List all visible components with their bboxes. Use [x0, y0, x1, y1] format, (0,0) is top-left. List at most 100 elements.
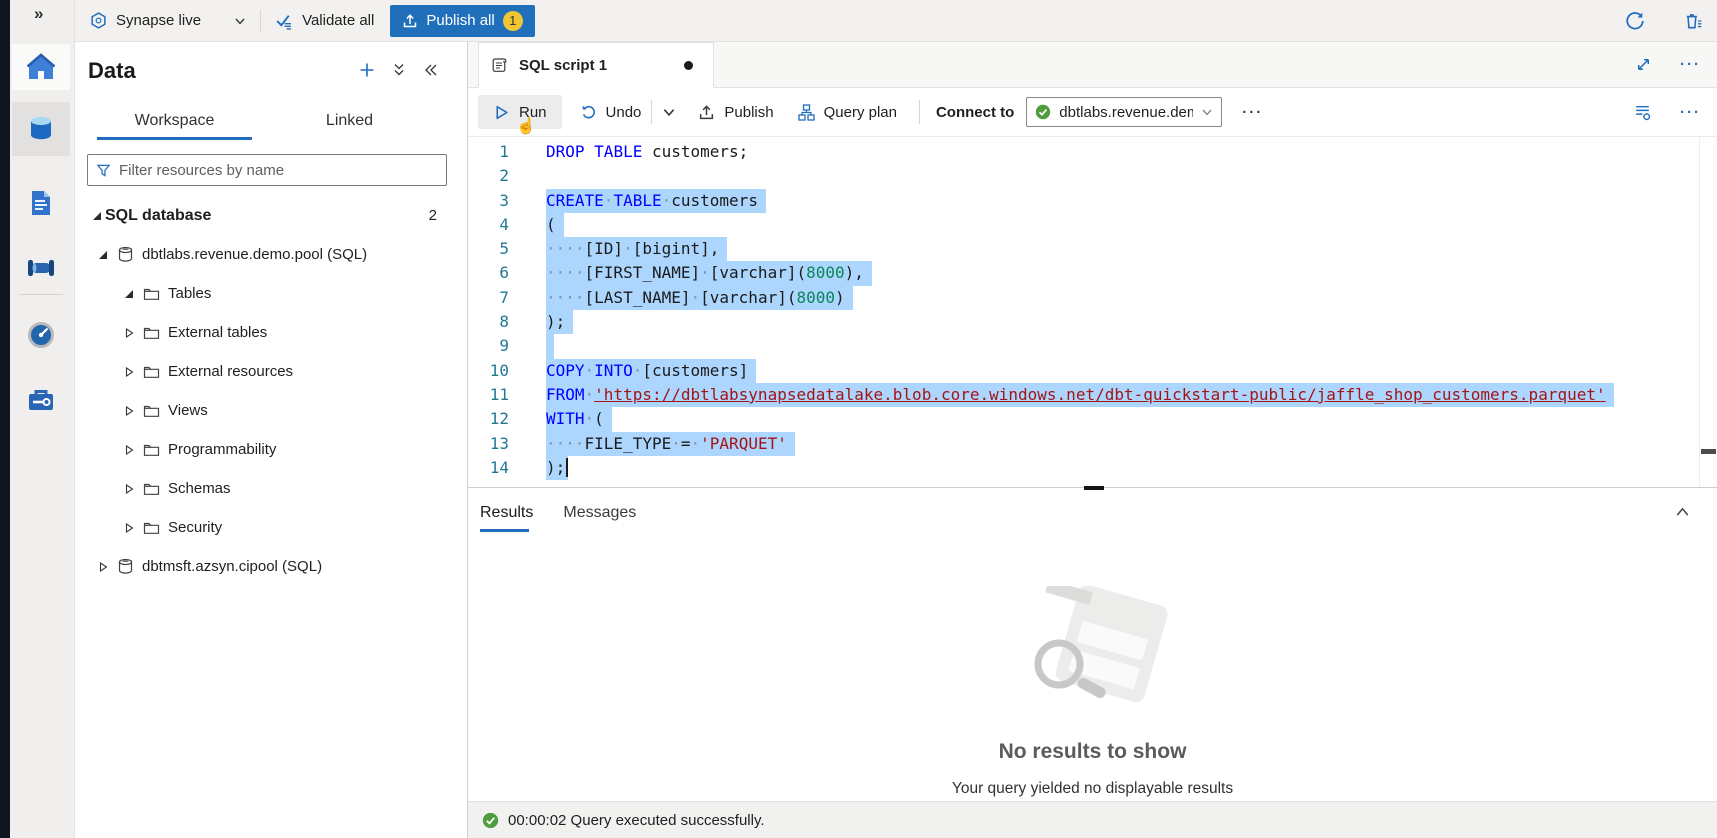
- code-lines: 1DROP TABLE customers;23CREATE·TABLE·cus…: [468, 140, 1717, 480]
- chevron-expanded-icon[interactable]: [89, 211, 105, 221]
- validate-check-icon: [275, 12, 293, 30]
- validate-all-label: Validate all: [302, 12, 374, 29]
- trash-icon[interactable]: [1683, 11, 1703, 31]
- code-token: (: [546, 215, 556, 234]
- tree-item-external-resources[interactable]: External resources: [75, 352, 467, 391]
- query-plan-button[interactable]: Query plan: [798, 104, 897, 121]
- chevron-expanded-icon[interactable]: [95, 250, 111, 260]
- publish-button[interactable]: Publish: [698, 104, 773, 121]
- sidebar-item-home[interactable]: [12, 44, 70, 90]
- folder-icon: [143, 285, 160, 302]
- collapse-results-icon[interactable]: [1673, 503, 1692, 527]
- tab-results[interactable]: Results: [480, 488, 533, 538]
- code-line[interactable]: 3CREATE·TABLE·customers: [468, 189, 1717, 213]
- code-token: [LAST_NAME]: [585, 288, 691, 307]
- code-line[interactable]: 8);: [468, 310, 1717, 334]
- collapse-panel-icon[interactable]: [423, 62, 439, 78]
- code-line[interactable]: 7····[LAST_NAME]·[varchar](8000): [468, 286, 1717, 310]
- chevron-collapsed-icon[interactable]: [95, 562, 111, 572]
- code-line[interactable]: 9: [468, 334, 1717, 358]
- chevron-collapsed-icon[interactable]: [121, 484, 137, 494]
- sidebar-item-integrate[interactable]: [12, 244, 70, 290]
- collapse-all-icon[interactable]: [391, 62, 407, 78]
- line-number: 3: [468, 189, 546, 213]
- properties-icon[interactable]: [1633, 103, 1652, 122]
- tree-item-dbtmsft-azsyn-cipool-sql[interactable]: dbtmsft.azsyn.cipool (SQL): [75, 547, 467, 586]
- code-token: 'https://dbtlabsynapsedatalake.blob.core…: [594, 385, 1605, 404]
- results-splitter-handle[interactable]: [1084, 486, 1104, 490]
- home-icon: [26, 52, 56, 82]
- sidebar-item-develop[interactable]: [12, 180, 70, 226]
- sidebar-item-manage[interactable]: [12, 376, 70, 422]
- publish-count-badge: 1: [503, 11, 523, 31]
- toolbar-separator: [919, 100, 920, 124]
- tree-item-schemas[interactable]: Schemas: [75, 469, 467, 508]
- tree-item-views[interactable]: Views: [75, 391, 467, 430]
- rail-divider: [19, 294, 63, 295]
- publish-all-button[interactable]: Publish all 1: [390, 5, 534, 37]
- empty-results-subtitle: Your query yielded no displayable result…: [468, 780, 1717, 798]
- code-token: 'PARQUET': [700, 434, 787, 453]
- sidebar-item-monitor[interactable]: [12, 312, 70, 358]
- code-line[interactable]: 1DROP TABLE customers;: [468, 140, 1717, 164]
- code-line[interactable]: 2: [468, 164, 1717, 188]
- connected-check-icon: [1035, 104, 1051, 120]
- gauge-icon: [26, 320, 56, 350]
- editor-more-options-icon[interactable]: ···: [1680, 104, 1701, 121]
- code-line[interactable]: 5····[ID]·[bigint],: [468, 237, 1717, 261]
- chevron-collapsed-icon[interactable]: [121, 367, 137, 377]
- pool-select-dropdown[interactable]: dbtlabs.revenue.demo.pool: [1026, 97, 1222, 127]
- pipeline-icon: [26, 252, 56, 282]
- sidebar-item-data[interactable]: [12, 102, 70, 156]
- code-token: TABLE: [613, 191, 661, 210]
- tab-messages[interactable]: Messages: [563, 488, 636, 538]
- chevron-collapsed-icon[interactable]: [121, 445, 137, 455]
- undo-button[interactable]: Undo: [580, 104, 642, 121]
- chevron-collapsed-icon[interactable]: [121, 523, 137, 533]
- overview-ruler: [1699, 137, 1700, 487]
- toolbar-separator: [651, 100, 652, 124]
- folder-icon: [143, 519, 160, 536]
- tree-item-sql-database[interactable]: SQL database2: [75, 196, 467, 235]
- code-line[interactable]: 6····[FIRST_NAME]·[varchar](8000),: [468, 261, 1717, 285]
- toolbar-more-options-icon[interactable]: ···: [1242, 104, 1263, 121]
- code-line[interactable]: 14);: [468, 456, 1717, 480]
- tree-item-programmability[interactable]: Programmability: [75, 430, 467, 469]
- chevron-expanded-icon[interactable]: [121, 289, 137, 299]
- explorer-tabs: Workspace Linked: [87, 104, 437, 140]
- filter-resources-input[interactable]: [119, 162, 438, 179]
- code-line[interactable]: 10COPY·INTO·[customers]: [468, 359, 1717, 383]
- refresh-icon[interactable]: [1625, 11, 1645, 31]
- chevron-collapsed-icon[interactable]: [121, 406, 137, 416]
- tree-item-dbtlabs-revenue-demo-pool-sql[interactable]: dbtlabs.revenue.demo.pool (SQL): [75, 235, 467, 274]
- line-number: 1: [468, 140, 546, 164]
- tab-linked[interactable]: Linked: [262, 104, 437, 140]
- add-resource-icon[interactable]: [359, 62, 375, 78]
- line-number: 12: [468, 407, 546, 431]
- code-line[interactable]: 13····FILE_TYPE·=·'PARQUET': [468, 432, 1717, 456]
- code-line[interactable]: 4(: [468, 213, 1717, 237]
- run-options-chevron-icon[interactable]: [662, 105, 676, 119]
- expand-rail-button[interactable]: »: [34, 4, 43, 24]
- tab-workspace[interactable]: Workspace: [87, 104, 262, 140]
- tab-sql-script-1[interactable]: SQL script 1: [478, 42, 714, 88]
- expand-editor-icon[interactable]: [1635, 56, 1652, 73]
- line-number: 2: [468, 164, 546, 188]
- tree-item-security[interactable]: Security: [75, 508, 467, 547]
- code-token: (: [594, 409, 604, 428]
- code-line[interactable]: 11FROM·'https://dbtlabsynapsedatalake.bl…: [468, 383, 1717, 407]
- tab-title: SQL script 1: [519, 57, 607, 74]
- code-line[interactable]: 12WITH·(: [468, 407, 1717, 431]
- tab-more-options-icon[interactable]: ···: [1680, 56, 1701, 73]
- overview-cursor-mark: [1701, 449, 1716, 454]
- results-panel: Results Messages No results: [468, 487, 1717, 801]
- environment-switcher[interactable]: Synapse live: [90, 12, 246, 29]
- pool-name: dbtlabs.revenue.demo.pool: [1059, 104, 1193, 121]
- code-token: [ID]: [585, 239, 624, 258]
- sql-code-editor[interactable]: 1DROP TABLE customers;23CREATE·TABLE·cus…: [468, 137, 1717, 487]
- validate-all-button[interactable]: Validate all: [275, 12, 374, 30]
- tree-item-tables[interactable]: Tables: [75, 274, 467, 313]
- chevron-down-icon[interactable]: [234, 15, 246, 27]
- tree-item-external-tables[interactable]: External tables: [75, 313, 467, 352]
- chevron-collapsed-icon[interactable]: [121, 328, 137, 338]
